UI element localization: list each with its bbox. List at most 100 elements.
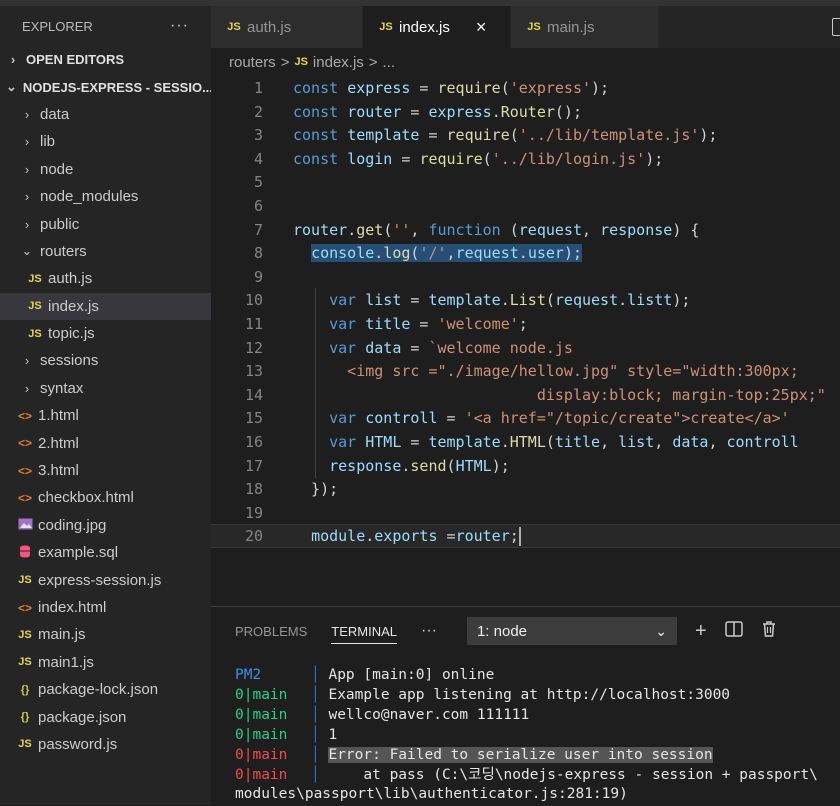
terminal-select[interactable]: 1: node ⌄: [466, 617, 677, 645]
code-token: =: [401, 102, 429, 121]
code-token: request: [455, 244, 519, 263]
code-line[interactable]: 6: [211, 194, 840, 218]
tree-item[interactable]: › syntax: [0, 375, 211, 402]
code-line[interactable]: 17 response.send(HTML);: [211, 453, 840, 478]
tree-item[interactable]: › node_modules: [0, 183, 211, 210]
tab-index-js[interactable]: JS index.js ×: [363, 6, 511, 48]
tab-bar-empty: [659, 6, 840, 48]
image-icon: [16, 518, 34, 533]
code-line[interactable]: 5: [211, 170, 840, 194]
split-editor-icon[interactable]: [832, 18, 840, 36]
code-line[interactable]: 9: [211, 265, 840, 289]
tree-item[interactable]: JS topic.js: [0, 320, 211, 347]
log-message: Example app listening at http://localhos…: [328, 687, 731, 703]
tree-item[interactable]: <> 2.html: [0, 429, 211, 456]
line-number: 14: [244, 385, 263, 404]
code-line[interactable]: 16 var HTML = template.HTML(title, list,…: [211, 430, 840, 454]
code-token: =: [401, 338, 429, 357]
code-line[interactable]: 8 console.log('/',request.user);: [211, 241, 840, 265]
code-line[interactable]: 12 var data = `welcome node.js: [211, 335, 840, 360]
code-token: router: [347, 102, 402, 121]
indent-guide: [315, 335, 316, 360]
line-number: 10: [244, 291, 263, 310]
tree-item[interactable]: JS main.js: [0, 621, 211, 648]
tree-item[interactable]: <> 3.html: [0, 457, 211, 484]
tab-problems[interactable]: PROBLEMS: [235, 624, 307, 639]
tree-item[interactable]: <> index.html: [0, 594, 211, 621]
code-token: ,: [654, 433, 673, 451]
trash-icon[interactable]: [761, 620, 777, 643]
chevron-right-icon: ›: [10, 52, 16, 68]
code-line[interactable]: 19: [211, 501, 840, 525]
code-line[interactable]: 3 const template = require('../lib/templa…: [211, 123, 840, 147]
project-folder[interactable]: ⌄ NODEJS-EXPRESS - SESSIO...: [0, 73, 211, 100]
more-actions-icon[interactable]: ···: [170, 17, 189, 35]
line-number: 7: [253, 220, 263, 239]
tree-item[interactable]: JS express-session.js: [0, 566, 211, 593]
terminal-output[interactable]: PM2 │ App [main:0] online 0|main │ Example …: [235, 665, 818, 785]
indent-guide: [315, 406, 316, 431]
tree-item[interactable]: › lib: [0, 128, 211, 155]
tree-item[interactable]: JS index.js: [0, 292, 211, 320]
tree-item-label: lib: [40, 133, 56, 151]
tree-item[interactable]: <> 1.html: [0, 402, 211, 429]
code-line[interactable]: 1 const express = require('express');: [211, 76, 840, 100]
separator: │: [311, 707, 329, 723]
tab-terminal[interactable]: TERMINAL: [331, 619, 397, 644]
log-message: at pass (C:\코딩\nodejs-express - session …: [328, 767, 818, 783]
code-text: router.get('', function (request, respon…: [293, 221, 699, 239]
tree-item[interactable]: {} package-lock.json: [0, 676, 211, 703]
code-line[interactable]: 14 display:block; margin-top:25px;": [211, 382, 840, 407]
code-line[interactable]: 15 var controll = '<a href="/topic/creat…: [211, 406, 840, 431]
code-text: const express = require('express');: [293, 79, 609, 97]
tree-item[interactable]: › public: [0, 210, 211, 237]
code-line[interactable]: 11 var title = 'welcome';: [211, 312, 840, 336]
open-editors-section[interactable]: › OPEN EDITORS: [0, 46, 211, 73]
code-line[interactable]: 2 const router = express.Router();: [211, 100, 840, 124]
line-number: 1: [253, 79, 263, 97]
code-text: <img src ="./image/hellow.jpg" style="wi…: [293, 362, 799, 380]
tree-item[interactable]: example.sql: [0, 539, 211, 566]
editor-tabs: JS auth.js JS index.js × JS main.js: [211, 6, 840, 48]
tree-item[interactable]: coding.jpg: [0, 512, 211, 539]
breadcrumb-symbols[interactable]: ...: [383, 54, 396, 71]
code-token: const: [293, 149, 348, 168]
tab-main-js[interactable]: JS main.js: [511, 6, 659, 48]
code-line[interactable]: 7 router.get('', function (request, respo…: [211, 218, 840, 242]
code-editor[interactable]: 1 const express = require('express'); 2 con…: [211, 76, 840, 606]
tree-item[interactable]: › sessions: [0, 347, 211, 374]
split-icon[interactable]: [724, 620, 743, 643]
code-token: var: [329, 315, 366, 333]
more-actions-icon[interactable]: ···: [421, 622, 437, 640]
tree-item[interactable]: JS auth.js: [0, 265, 211, 292]
code-line[interactable]: 10 var list = template.List(request.list…: [211, 288, 840, 313]
close-icon[interactable]: ×: [476, 17, 487, 38]
log-message: App [main:0] online: [328, 667, 495, 683]
tree-item[interactable]: {} package.json: [0, 703, 211, 730]
tree-item[interactable]: › node: [0, 156, 211, 183]
code-line[interactable]: 4 const login = require('../lib/login.js'…: [211, 147, 840, 171]
code-line[interactable]: 18 });: [211, 477, 840, 501]
tree-item-label: 1.html: [38, 407, 79, 425]
code-token: List: [509, 291, 546, 310]
code-token: '': [392, 220, 411, 239]
code-line[interactable]: 13 <img src ="./image/hellow.jpg" style=…: [211, 359, 840, 384]
add-icon[interactable]: +: [695, 620, 707, 643]
tree-item[interactable]: JS main1.js: [0, 649, 211, 676]
code-token: const: [293, 126, 348, 145]
breadcrumb-file[interactable]: index.js: [313, 54, 364, 71]
breadcrumb-folder[interactable]: routers: [229, 54, 276, 71]
js-file-icon: JS: [294, 56, 308, 68]
code-token: list: [618, 433, 655, 451]
code-line[interactable]: 20 module.exports =router;: [211, 524, 840, 549]
code-token: exports: [374, 526, 438, 545]
line-number: 13: [244, 362, 263, 381]
tree-item[interactable]: <> checkbox.html: [0, 484, 211, 511]
tab-auth-js[interactable]: JS auth.js: [211, 6, 363, 48]
code-token: .: [500, 433, 510, 451]
tree-item[interactable]: ⌄ routers: [0, 238, 211, 265]
tree-item[interactable]: › data: [0, 101, 211, 128]
tree-item[interactable]: JS password.js: [0, 731, 211, 758]
code-token: `welcome node.js: [428, 338, 573, 357]
terminal-line: 0|main │ Error: Failed to serialize user …: [235, 745, 818, 765]
